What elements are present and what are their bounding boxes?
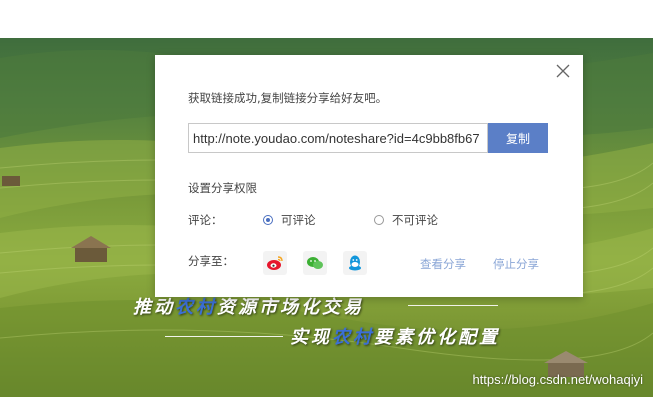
radio-checked-icon xyxy=(263,215,273,225)
stop-share-link[interactable]: 停止分享 xyxy=(493,256,539,272)
comment-label: 评论： xyxy=(188,213,223,227)
radio-unchecked-icon xyxy=(374,215,384,225)
radio-allow-comment[interactable]: 可评论 xyxy=(263,212,316,228)
watermark: https://blog.csdn.net/wohaqiyi xyxy=(472,372,643,387)
success-message: 获取链接成功,复制链接分享给好友吧。 xyxy=(188,91,388,105)
share-dialog: 获取链接成功,复制链接分享给好友吧。 复制 设置分享权限 评论： 可评论 不可评… xyxy=(155,55,583,297)
copy-button[interactable]: 复制 xyxy=(488,123,548,153)
close-icon[interactable] xyxy=(555,63,571,79)
wechat-icon[interactable] xyxy=(303,251,327,275)
slogan-line-2-text: 实现农村要素优化配置 xyxy=(290,327,500,348)
radio-disallow-comment-label: 不可评论 xyxy=(392,213,438,227)
share-link-input[interactable] xyxy=(189,124,487,152)
radio-allow-comment-label: 可评论 xyxy=(281,213,316,227)
qq-icon[interactable] xyxy=(343,251,367,275)
share-link-field xyxy=(188,123,488,153)
slogan-line-2 xyxy=(165,336,283,337)
share-to-label: 分享至： xyxy=(188,254,234,268)
view-share-link[interactable]: 查看分享 xyxy=(420,256,466,272)
slogan-line-1 xyxy=(408,305,498,306)
radio-disallow-comment[interactable]: 不可评论 xyxy=(374,212,438,228)
top-blank-strip xyxy=(0,0,653,38)
weibo-icon[interactable] xyxy=(263,251,287,275)
permission-title: 设置分享权限 xyxy=(188,181,257,195)
